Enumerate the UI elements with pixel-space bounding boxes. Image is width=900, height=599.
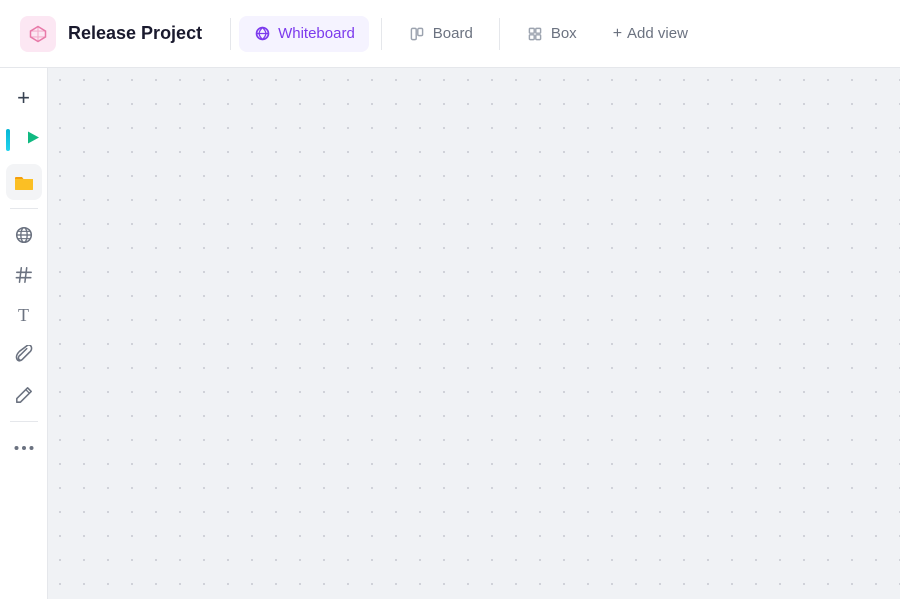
- nav-tabs: Whiteboard Board: [239, 0, 702, 67]
- sidebar-add-button[interactable]: +: [6, 80, 42, 116]
- sidebar-text-button[interactable]: T: [6, 297, 42, 333]
- board-icon: [408, 25, 426, 43]
- sidebar-divider-2: [10, 421, 38, 422]
- tab-board[interactable]: Board: [394, 16, 487, 52]
- add-view-plus-icon: +: [613, 25, 622, 43]
- sidebar-draw-button[interactable]: [6, 377, 42, 413]
- add-view-label: Add view: [627, 25, 688, 42]
- tab-whiteboard[interactable]: Whiteboard: [239, 16, 369, 52]
- nav-divider: [230, 18, 231, 50]
- tab-box-label: Box: [551, 25, 577, 42]
- whiteboard-canvas[interactable]: [48, 68, 900, 599]
- main-content: +: [0, 68, 900, 599]
- tab-divider-2: [499, 18, 500, 50]
- sidebar-divider-1: [10, 208, 38, 209]
- sidebar: +: [0, 68, 48, 599]
- sidebar-more-button[interactable]: [6, 430, 42, 466]
- text-icon: T: [18, 305, 29, 326]
- project-title: Release Project: [68, 23, 202, 44]
- sidebar-attachment-button[interactable]: [6, 337, 42, 373]
- plus-icon: +: [17, 87, 30, 109]
- sidebar-hash-button[interactable]: [6, 257, 42, 293]
- sidebar-media-preview[interactable]: [4, 120, 44, 160]
- whiteboard-icon: [253, 25, 271, 43]
- tab-board-label: Board: [433, 25, 473, 42]
- sidebar-folder-item[interactable]: [6, 164, 42, 200]
- project-icon[interactable]: [20, 16, 56, 52]
- tab-divider-1: [381, 18, 382, 50]
- add-view-button[interactable]: + Add view: [599, 19, 702, 49]
- box-view-icon: [526, 25, 544, 43]
- tab-whiteboard-label: Whiteboard: [278, 25, 355, 42]
- header: Release Project Whiteboard Bo: [0, 0, 900, 68]
- tab-box[interactable]: Box: [512, 16, 591, 52]
- sidebar-globe-button[interactable]: [6, 217, 42, 253]
